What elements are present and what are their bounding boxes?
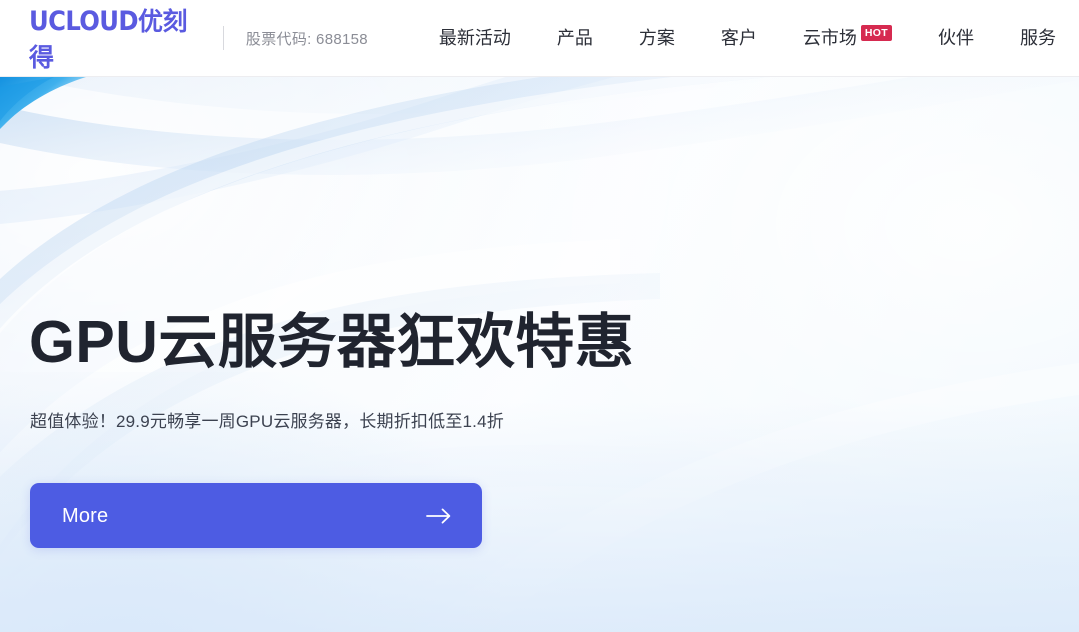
nav-item-products[interactable]: 产品 — [534, 29, 616, 47]
logo-wordmark: UCLOUD — [29, 6, 139, 37]
nav-item-cloud-market[interactable]: 云市场 HOT — [780, 24, 915, 48]
nav-item-partners[interactable]: 伙伴 — [915, 29, 997, 47]
hero-banner: GPU云服务器狂欢特惠 超值体验！29.9元畅享一周GPU云服务器，长期折扣低至… — [0, 77, 1079, 632]
arrow-right-icon — [426, 503, 452, 529]
nav-item-label: 服务 — [1020, 28, 1056, 48]
ucloud-logo[interactable]: UCLOUD优刻得 — [29, 2, 199, 74]
hero-title: GPU云服务器狂欢特惠 — [29, 309, 635, 375]
hero-subtitle: 超值体验！29.9元畅享一周GPU云服务器，长期折扣低至1.4折 — [30, 412, 504, 431]
nav-item-label: 伙伴 — [938, 28, 974, 48]
more-button-label: More — [62, 504, 109, 527]
nav-item-solutions[interactable]: 方案 — [616, 29, 698, 47]
nav-item-label: 最新活动 — [438, 28, 511, 48]
nav-item-services[interactable]: 服务 — [997, 29, 1079, 47]
site-header: UCLOUD优刻得 股票代码: 688158 最新活动 产品 方案 客户 云市场… — [0, 0, 1079, 77]
page-root: UCLOUD优刻得 股票代码: 688158 最新活动 产品 方案 客户 云市场… — [0, 0, 1079, 632]
nav-item-label: 产品 — [556, 28, 593, 48]
nav-item-latest-activity[interactable]: 最新活动 — [416, 29, 534, 47]
brand-block[interactable]: UCLOUD优刻得 股票代码: 688158 — [29, 2, 368, 74]
nav-item-label: 云市场 — [802, 28, 857, 48]
hot-badge: HOT — [860, 24, 892, 42]
corner-accent-icon — [0, 77, 86, 129]
more-button[interactable]: More — [30, 483, 482, 548]
nav-item-label: 方案 — [638, 28, 675, 48]
nav-item-label: 客户 — [720, 28, 757, 48]
hero-light-wash-right — [499, 77, 1079, 537]
nav-item-customers[interactable]: 客户 — [698, 29, 780, 47]
main-navigation: 最新活动 产品 方案 客户 云市场 HOT 伙伴 服务 — [416, 24, 1079, 48]
brand-divider — [222, 26, 224, 50]
stock-code-label: 股票代码: 688158 — [245, 30, 368, 48]
